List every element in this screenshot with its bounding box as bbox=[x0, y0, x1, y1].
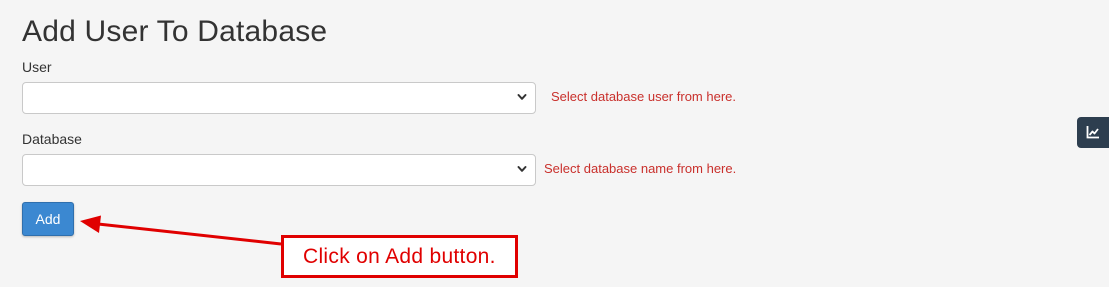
annotation-arrow bbox=[80, 215, 282, 246]
annotation-callout: Click on Add button. bbox=[281, 235, 518, 278]
